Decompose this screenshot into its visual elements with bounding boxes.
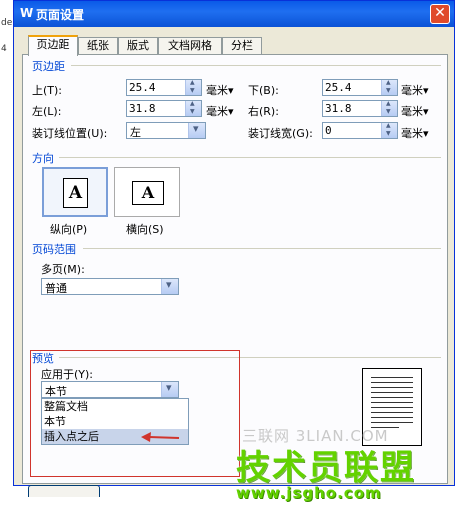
gutter-width-label: 装订线宽(G): <box>248 127 313 140</box>
right-margin-label: 右(R): <box>248 105 279 118</box>
unit-dropdown[interactable]: 毫米▾ <box>401 82 429 98</box>
section-divider <box>71 65 441 66</box>
spin-arrows-icon[interactable] <box>185 100 201 116</box>
spin-arrows-icon[interactable] <box>381 100 397 116</box>
spin-arrows-icon[interactable] <box>381 122 397 138</box>
background-text: 4 <box>1 44 7 54</box>
gutter-position-value: 左 <box>130 126 141 139</box>
gutter-position-label: 装订线位置(U): <box>32 127 108 140</box>
landscape-option[interactable]: A <box>114 167 180 217</box>
tab-margins[interactable]: 页边距 <box>28 35 78 56</box>
portrait-option[interactable]: A <box>42 167 108 217</box>
multiple-pages-value: 普通 <box>45 282 67 295</box>
right-margin-input[interactable] <box>322 100 398 117</box>
unit-dropdown[interactable]: 毫米▾ <box>401 103 429 119</box>
landscape-page-icon: A <box>132 181 164 205</box>
dialog-title: 页面设置 <box>36 8 85 22</box>
spin-arrows-icon[interactable] <box>185 79 201 95</box>
landscape-label[interactable]: 横向(S) <box>126 221 164 237</box>
margins-section-title: 页边距 <box>32 60 65 73</box>
multiple-pages-label: 多页(M): <box>41 263 85 276</box>
close-icon: ✕ <box>434 5 446 21</box>
chevron-down-icon[interactable] <box>161 278 178 294</box>
close-button[interactable]: ✕ <box>430 4 450 24</box>
unit-dropdown[interactable]: 毫米▾ <box>401 125 429 141</box>
orientation-section-title: 方向 <box>32 152 54 165</box>
portrait-label[interactable]: 纵向(P) <box>50 221 87 237</box>
section-divider <box>83 248 441 249</box>
wps-app-icon: W <box>20 6 34 20</box>
gutter-width-value[interactable] <box>325 123 381 138</box>
background-text: de <box>1 18 13 28</box>
tab-document-grid[interactable]: 文档网格 <box>158 37 222 55</box>
spin-arrows-icon[interactable] <box>381 79 397 95</box>
right-margin-value[interactable] <box>325 101 381 116</box>
unit-dropdown[interactable]: 毫米▾ <box>206 82 234 98</box>
bottom-margin-input[interactable] <box>322 79 398 96</box>
unit-dropdown[interactable]: 毫米▾ <box>206 103 234 119</box>
top-margin-input[interactable] <box>126 79 202 96</box>
left-margin-label: 左(L): <box>32 105 62 118</box>
red-highlight-box-annotation <box>30 350 240 477</box>
section-divider <box>59 157 441 158</box>
multiple-pages-select[interactable]: 普通 <box>41 278 179 295</box>
watermark-url: www.jsgho.com <box>236 484 382 502</box>
left-margin-value[interactable] <box>129 101 185 116</box>
tab-paper[interactable]: 纸张 <box>78 37 118 55</box>
title-bar[interactable]: W 页面设置 ✕ <box>14 1 454 27</box>
tab-layout[interactable]: 版式 <box>118 37 158 55</box>
chevron-down-icon[interactable] <box>188 122 205 138</box>
tab-columns[interactable]: 分栏 <box>222 37 262 55</box>
left-margin-input[interactable] <box>126 100 202 117</box>
bottom-margin-label: 下(B): <box>248 84 279 97</box>
top-margin-label: 上(T): <box>32 84 63 97</box>
page-range-section-title: 页码范围 <box>32 243 76 256</box>
watermark-logo-text: 技术员联盟 <box>236 448 416 488</box>
gutter-width-input[interactable] <box>322 122 398 139</box>
portrait-page-icon: A <box>63 178 88 208</box>
background-window-strip: de 4 <box>0 0 14 508</box>
gutter-position-select[interactable]: 左 <box>126 122 206 139</box>
top-margin-value[interactable] <box>129 80 185 95</box>
dialog-button[interactable] <box>28 485 100 497</box>
bottom-margin-value[interactable] <box>325 80 381 95</box>
